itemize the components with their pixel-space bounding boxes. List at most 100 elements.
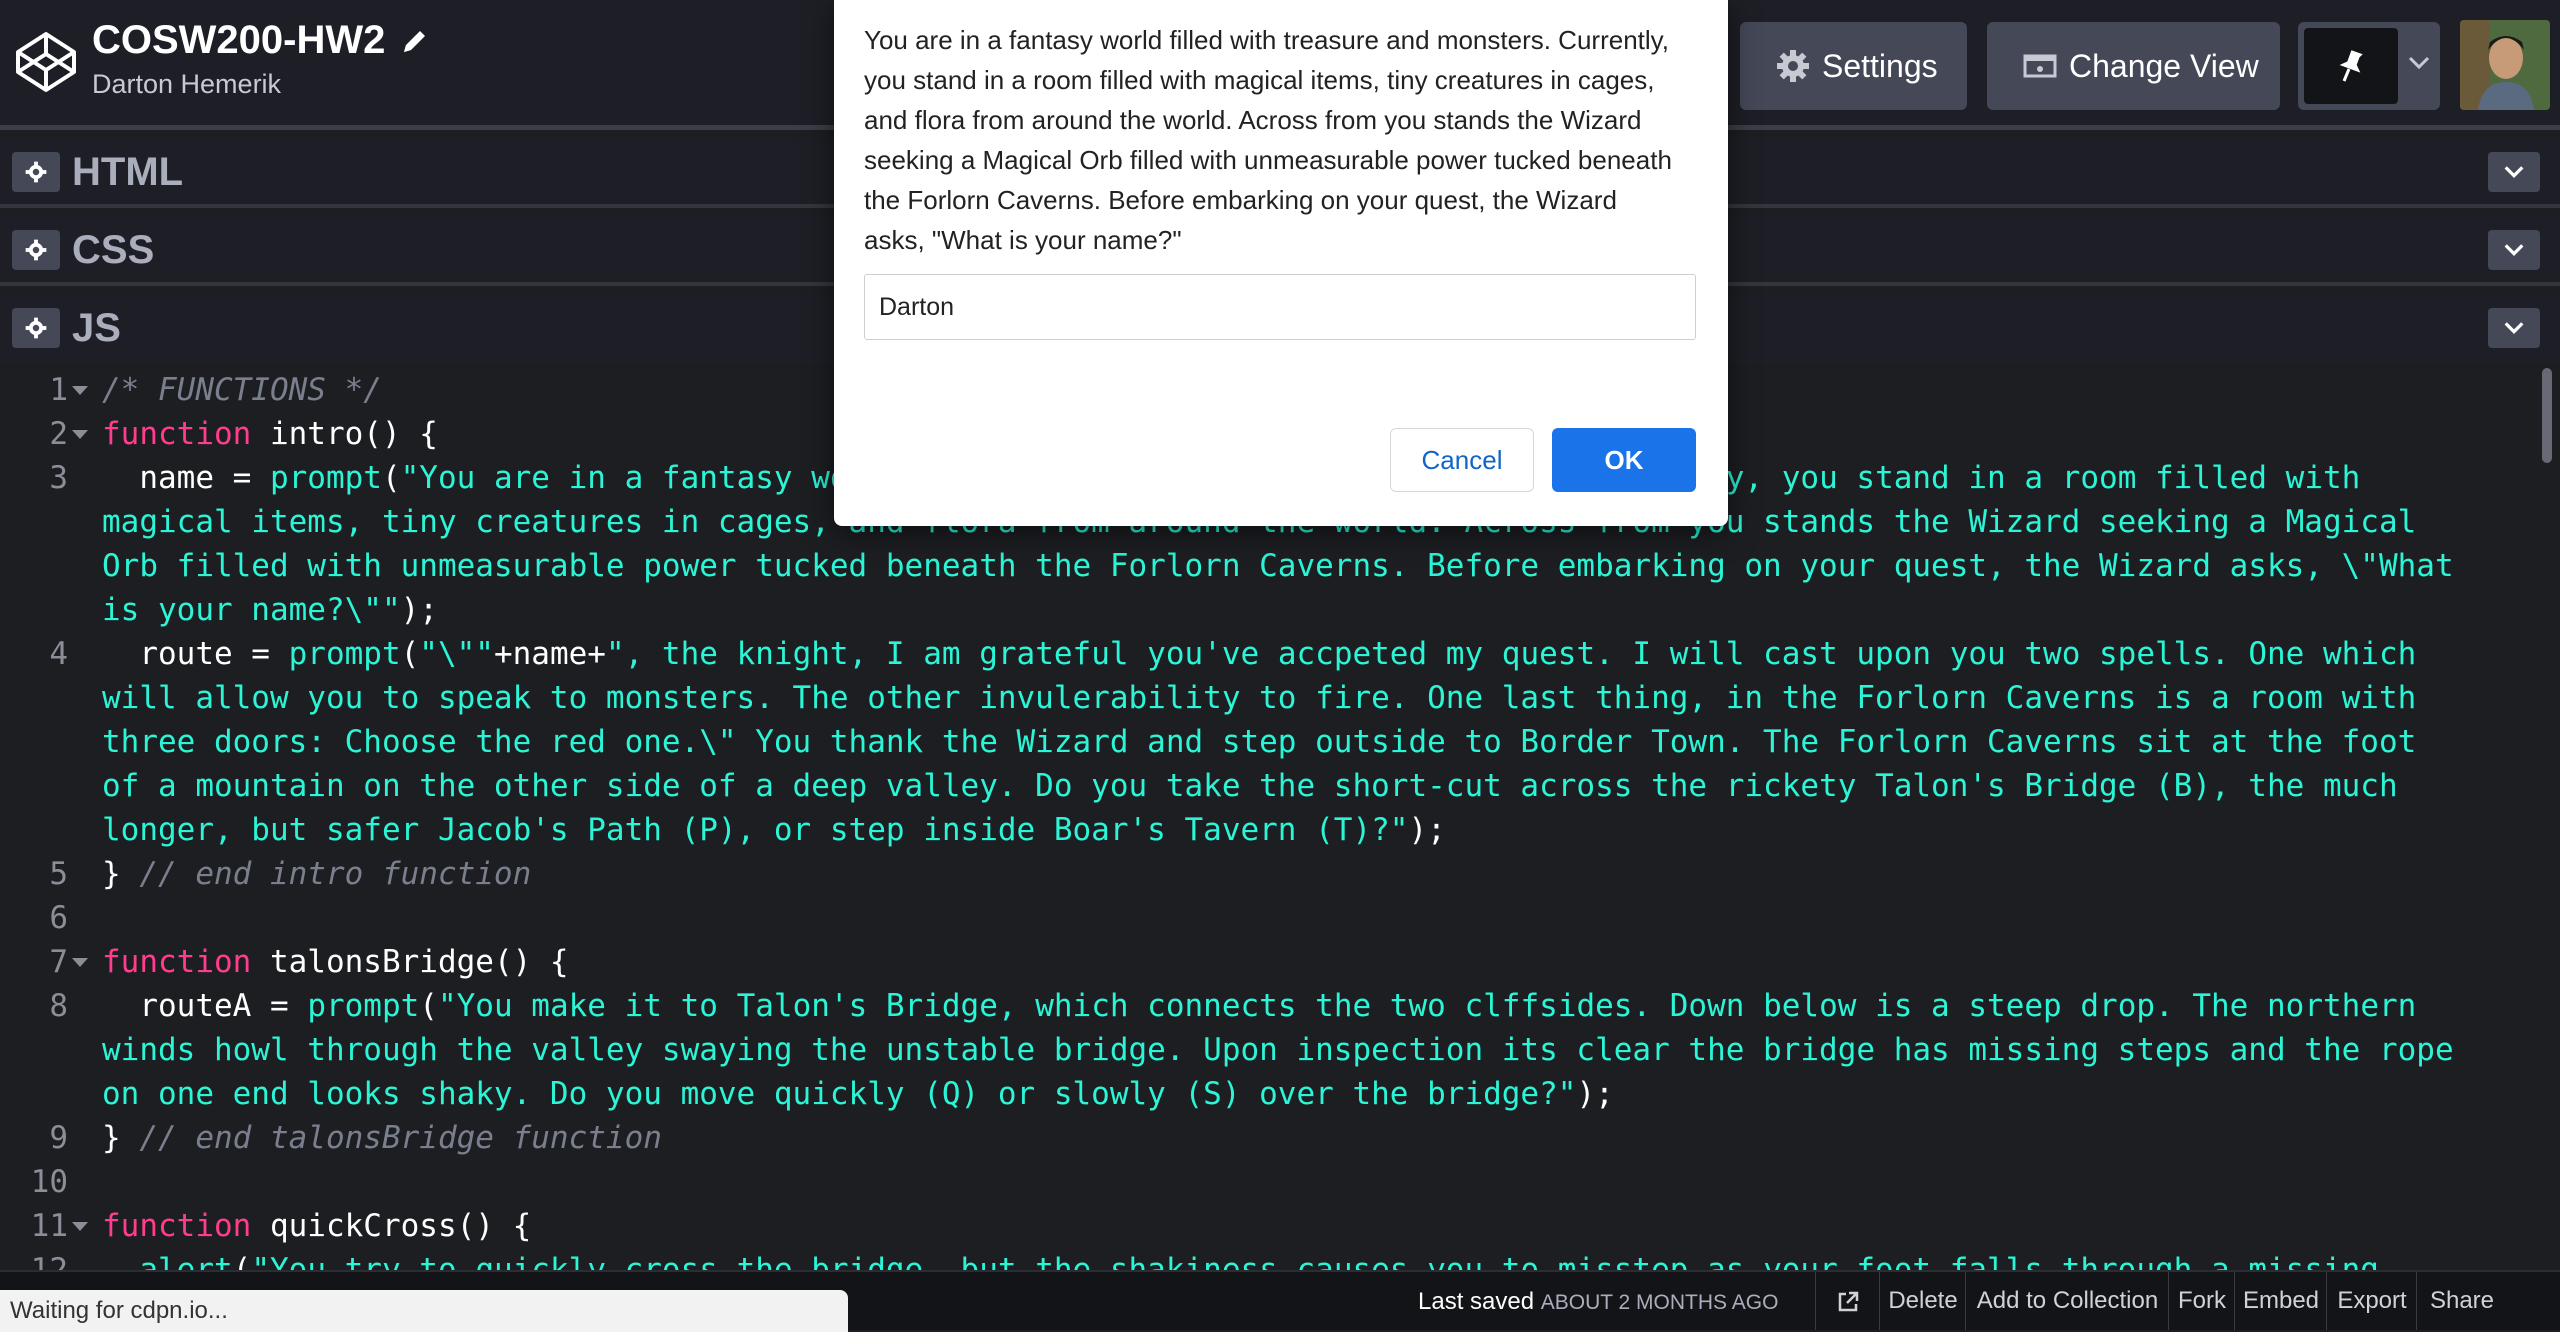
line-number: 7 bbox=[49, 944, 68, 980]
line-number: 6 bbox=[49, 900, 68, 936]
code-text: ); bbox=[1408, 812, 1446, 848]
gear-icon bbox=[25, 239, 47, 261]
css-editor-label: CSS bbox=[72, 228, 155, 272]
html-settings-button[interactable] bbox=[12, 152, 60, 192]
author-name[interactable]: Darton Hemerik bbox=[92, 69, 430, 100]
html-editor-label: HTML bbox=[72, 150, 184, 194]
codepen-logo-icon[interactable] bbox=[14, 30, 78, 94]
code-text: routeA = bbox=[102, 988, 308, 1024]
change-view-icon bbox=[2023, 54, 2057, 78]
code-text: quickCross() { bbox=[251, 1208, 532, 1244]
code-text: ); bbox=[400, 592, 438, 628]
code-function-name: alert bbox=[139, 1252, 233, 1270]
external-link-icon bbox=[1838, 1291, 1859, 1311]
change-view-label: Change View bbox=[2069, 47, 2259, 84]
pin-button[interactable] bbox=[2304, 28, 2398, 104]
html-collapse-button[interactable] bbox=[2488, 152, 2540, 192]
line-number: 11 bbox=[30, 1208, 68, 1244]
last-saved-info: Last saved ABOUT 2 MONTHS AGO bbox=[1418, 1288, 1778, 1316]
js-editor-label: JS bbox=[72, 306, 121, 350]
js-settings-button[interactable] bbox=[12, 308, 60, 348]
code-text: ( bbox=[419, 988, 438, 1024]
code-comment: /* FUNCTIONS */ bbox=[102, 372, 382, 408]
chevron-down-icon bbox=[2504, 322, 2524, 334]
line-number: 9 bbox=[49, 1120, 68, 1156]
chevron-down-icon[interactable] bbox=[2406, 50, 2432, 76]
code-line[interactable]: 12 alert("You try to quickly cross the b… bbox=[0, 1248, 2560, 1270]
pen-title[interactable]: COSW200-HW2 bbox=[92, 18, 385, 63]
line-number: 10 bbox=[30, 1164, 68, 1200]
code-text: route = bbox=[102, 636, 289, 672]
fold-toggle-icon[interactable] bbox=[72, 1222, 88, 1231]
fork-button[interactable]: Fork bbox=[2168, 1272, 2235, 1330]
code-string: "You try to quickly cross the bridge, bu… bbox=[251, 1252, 2379, 1270]
line-number: 8 bbox=[49, 988, 68, 1024]
code-text: ( bbox=[400, 636, 420, 672]
settings-label: Settings bbox=[1822, 47, 1938, 84]
chevron-down-icon bbox=[2504, 166, 2524, 178]
code-function-name: prompt bbox=[288, 636, 401, 672]
change-view-button[interactable]: Change View bbox=[1987, 22, 2280, 110]
cancel-button[interactable]: Cancel bbox=[1390, 428, 1534, 492]
code-keyword: function bbox=[102, 944, 252, 980]
code-string: "\"" bbox=[419, 636, 494, 672]
dialog-message: You are in a fantasy world filled with t… bbox=[864, 25, 1672, 255]
code-line[interactable]: 10 bbox=[0, 1160, 2560, 1204]
line-number: 2 bbox=[49, 416, 68, 452]
last-saved-label: Last saved bbox=[1418, 1288, 1535, 1315]
last-saved-ago: ABOUT 2 MONTHS AGO bbox=[1540, 1291, 1779, 1314]
line-number: 1 bbox=[49, 372, 68, 408]
fold-toggle-icon[interactable] bbox=[72, 430, 88, 439]
code-text: +name+ bbox=[493, 636, 606, 672]
line-number: 4 bbox=[49, 636, 68, 672]
code-line[interactable]: 5} // end intro function bbox=[0, 852, 2560, 896]
code-text: name = bbox=[102, 460, 270, 496]
gear-icon bbox=[25, 161, 47, 183]
code-function-name: prompt bbox=[307, 988, 420, 1024]
share-button[interactable]: Share bbox=[2416, 1272, 2507, 1330]
code-text: ( bbox=[381, 460, 401, 496]
settings-button[interactable]: Settings bbox=[1740, 22, 1967, 110]
code-text: intro() { bbox=[251, 416, 438, 452]
avatar[interactable] bbox=[2460, 20, 2550, 110]
code-line[interactable]: 8 routeA = prompt("You make it to Talon'… bbox=[0, 984, 2560, 1116]
code-function-name: prompt bbox=[269, 460, 382, 496]
dialog-text-input[interactable] bbox=[864, 274, 1696, 340]
delete-button[interactable]: Delete bbox=[1879, 1272, 1966, 1330]
js-collapse-button[interactable] bbox=[2488, 308, 2540, 348]
fold-toggle-icon[interactable] bbox=[72, 386, 88, 395]
code-comment: // end talonsBridge function bbox=[139, 1120, 662, 1156]
prompt-dialog: You are in a fantasy world filled with t… bbox=[834, 0, 1728, 526]
footer-bar: Waiting for cdpn.io... Last saved ABOUT … bbox=[0, 1270, 2560, 1332]
pin-icon bbox=[2339, 50, 2363, 82]
chevron-down-icon bbox=[2504, 244, 2524, 256]
css-collapse-button[interactable] bbox=[2488, 230, 2540, 270]
fold-toggle-icon[interactable] bbox=[72, 958, 88, 967]
code-line[interactable]: 4 route = prompt("\""+name+", the knight… bbox=[0, 632, 2560, 852]
css-settings-button[interactable] bbox=[12, 230, 60, 270]
avatar-image bbox=[2460, 20, 2550, 110]
embed-button[interactable]: Embed bbox=[2234, 1272, 2327, 1330]
code-string: "You make it to Talon's Bridge, which co… bbox=[102, 988, 2473, 1112]
open-external-button[interactable] bbox=[1815, 1272, 1880, 1330]
code-text: talonsBridge() { bbox=[251, 944, 569, 980]
add-to-collection-button[interactable]: Add to Collection bbox=[1965, 1272, 2169, 1330]
ok-button[interactable]: OK bbox=[1552, 428, 1696, 492]
code-line[interactable]: 11 function quickCross() { bbox=[0, 1204, 2560, 1248]
gear-icon bbox=[25, 317, 47, 339]
pin-group bbox=[2298, 22, 2440, 110]
line-number: 5 bbox=[49, 856, 68, 892]
code-keyword: function bbox=[102, 1208, 252, 1244]
code-comment: // end intro function bbox=[139, 856, 532, 892]
code-text: ); bbox=[1576, 1076, 1614, 1112]
code-line[interactable]: 9} // end talonsBridge function bbox=[0, 1116, 2560, 1160]
code-line[interactable]: 7 function talonsBridge() { bbox=[0, 940, 2560, 984]
browser-status-text: Waiting for cdpn.io... bbox=[0, 1290, 848, 1332]
code-text: ( bbox=[232, 1252, 252, 1270]
code-text: } bbox=[102, 1120, 140, 1156]
export-button[interactable]: Export bbox=[2326, 1272, 2417, 1330]
pencil-icon[interactable] bbox=[400, 26, 430, 56]
gear-icon bbox=[1777, 50, 1809, 82]
code-line[interactable]: 6 bbox=[0, 896, 2560, 940]
